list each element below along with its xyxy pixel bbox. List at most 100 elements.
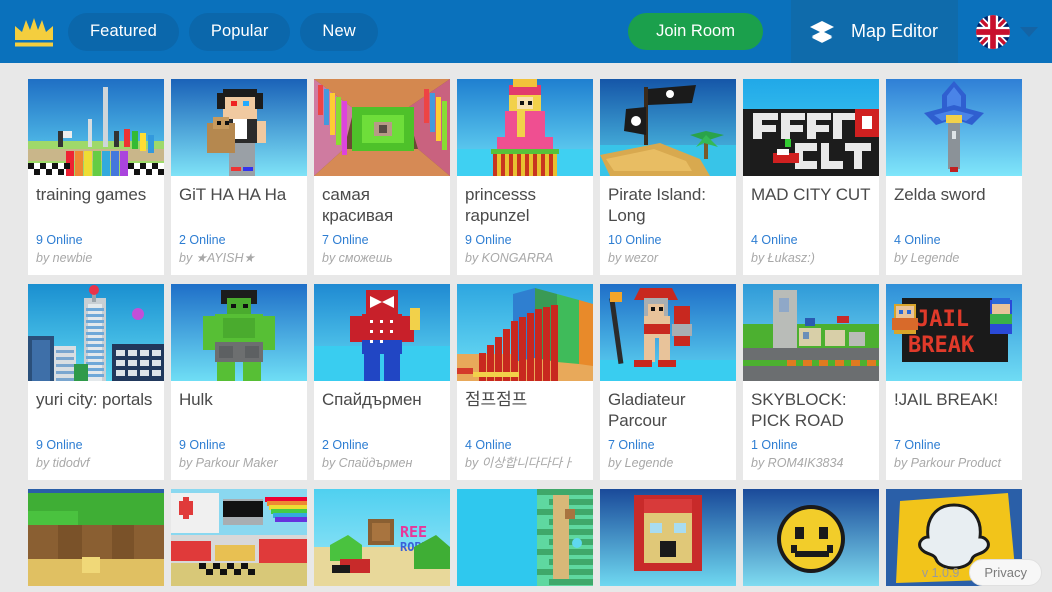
map-card-body: самая красивая 7 Online by сможешь <box>314 176 450 275</box>
map-card-author: by Parkour Maker <box>179 456 278 471</box>
map-card-title: Спайдърмен <box>322 390 422 409</box>
map-card-title: Pirate Island: Long <box>608 185 706 225</box>
map-card-body: Zelda sword 4 Online by Legende <box>886 176 1022 275</box>
tab-new[interactable]: New <box>300 12 378 51</box>
svg-text:REE: REE <box>400 523 427 541</box>
map-card-online: 9 Online <box>36 438 83 452</box>
map-card-title: Zelda sword <box>894 185 986 204</box>
map-card-online: 2 Online <box>179 233 226 247</box>
map-card[interactable] <box>171 489 307 586</box>
map-card-author: by сможешь <box>322 251 393 266</box>
map-card-author: by wezor <box>608 251 659 266</box>
join-room-button[interactable]: Join Room <box>628 13 763 50</box>
map-card[interactable] <box>28 489 164 586</box>
yuri-city-portals-thumb <box>28 284 164 381</box>
map-card[interactable]: training games 9 Online by newbie <box>28 79 164 275</box>
map-card-title: princesss rapunzel <box>465 185 536 225</box>
tab-featured[interactable]: Featured <box>68 12 179 51</box>
zelda-sword-thumb <box>886 79 1022 176</box>
hulk-thumb <box>171 284 307 381</box>
map-card-online: 4 Online <box>465 438 512 452</box>
map-card-body: training games 9 Online by newbie <box>28 176 164 275</box>
map-card-author: by Спайдърмен <box>322 456 413 471</box>
map-card-title: training games <box>36 185 147 204</box>
map-card-title: SKYBLOCK: PICK ROAD <box>751 390 847 430</box>
tab-popular[interactable]: Popular <box>188 12 291 51</box>
map-card-online: 2 Online <box>322 438 369 452</box>
map-card-title: GiT HA HA Ha <box>179 185 287 204</box>
map-card-author: by tidodvf <box>36 456 90 471</box>
map-card-author: by Legende <box>608 456 674 471</box>
map-card[interactable]: самая красивая 7 Online by сможешь <box>314 79 450 275</box>
map-card-body: GiT HA HA Ha 2 Online by ★AYISH★ <box>171 176 307 275</box>
map-card[interactable] <box>743 489 879 586</box>
footer: v 1.0.9 Privacy <box>922 559 1042 586</box>
pirate-island-thumb <box>600 79 736 176</box>
gladiateur-parcour-thumb <box>600 284 736 381</box>
app-logo[interactable] <box>0 0 68 63</box>
map-card-online: 9 Online <box>179 438 226 452</box>
map-card[interactable]: JAIL BREAK !JAIL BREAK! 7 Online by Parkour … <box>886 284 1022 480</box>
map-card-online: 7 Online <box>608 438 655 452</box>
map-card-title: самая красивая <box>322 185 394 225</box>
map-card-title: Hulk <box>179 390 213 409</box>
map-card-author: by 이상합니다다다ㅏ <box>465 456 574 471</box>
version-label: v 1.0.9 <box>921 565 960 580</box>
blocks-city-thumb <box>171 489 307 586</box>
crown-icon <box>15 17 53 46</box>
spiderman-thumb <box>314 284 450 381</box>
map-card-online: 7 Online <box>894 438 941 452</box>
united-kingdom-flag-icon <box>976 14 1010 49</box>
git-ha-ha-ha-thumb <box>171 79 307 176</box>
map-card[interactable]: yuri city: portals 9 Online by tidodvf <box>28 284 164 480</box>
map-card-title: 점프점프 <box>465 390 528 409</box>
map-card-body: Pirate Island: Long 10 Online by wezor <box>600 176 736 275</box>
map-card[interactable]: SKYBLOCK: PICK ROAD 1 Online by ROM4IK3834 <box>743 284 879 480</box>
map-card-body: Gladiateur Parcour 7 Online by Legende <box>600 381 736 480</box>
map-card-author: by Parkour Product <box>894 456 1001 471</box>
map-card[interactable]: 점프점프 4 Online by 이상합니다다다ㅏ <box>457 284 593 480</box>
princess-rapunzel-thumb <box>457 79 593 176</box>
samaya-krasivaya-thumb <box>314 79 450 176</box>
forest-thumb <box>28 489 164 586</box>
map-editor-label: Map Editor <box>850 21 938 41</box>
map-card-body: MAD CITY CUT 4 Online by Łukasz:) <box>743 176 879 275</box>
map-card[interactable]: Gladiateur Parcour 7 Online by Legende <box>600 284 736 480</box>
map-card-online: 4 Online <box>894 233 941 247</box>
map-card[interactable]: REEROBUX <box>314 489 450 586</box>
map-card[interactable]: Zelda sword 4 Online by Legende <box>886 79 1022 275</box>
map-card[interactable]: Pirate Island: Long 10 Online by wezor <box>600 79 736 275</box>
map-card[interactable]: MAD CITY CUT 4 Online by Łukasz:) <box>743 79 879 275</box>
map-card-body: yuri city: portals 9 Online by tidodvf <box>28 381 164 480</box>
map-cards-grid: training games 9 Online by newbie GiT HA HA… <box>0 79 1052 586</box>
jump-jump-thumb <box>457 284 593 381</box>
map-card[interactable]: princesss rapunzel 9 Online by KONGARRA <box>457 79 593 275</box>
map-card[interactable]: GiT HA HA Ha 2 Online by ★AYISH★ <box>171 79 307 275</box>
map-card-body: princesss rapunzel 9 Online by KONGARRA <box>457 176 593 275</box>
jail-break-thumb: JAIL BREAK <box>886 284 1022 381</box>
map-card-online: 9 Online <box>465 233 512 247</box>
map-card[interactable] <box>600 489 736 586</box>
map-card-author: by Legende <box>894 251 960 266</box>
map-card-body: 점프점프 4 Online by 이상합니다다다ㅏ <box>457 381 593 480</box>
map-card-title: Gladiateur Parcour <box>608 390 686 430</box>
tower-thumb <box>457 489 593 586</box>
map-card[interactable] <box>457 489 593 586</box>
map-card-title: MAD CITY CUT <box>751 185 871 204</box>
training-games-thumb <box>28 79 164 176</box>
map-card-title: yuri city: portals <box>36 390 153 409</box>
privacy-button[interactable]: Privacy <box>969 559 1042 586</box>
map-card[interactable]: Hulk 9 Online by Parkour Maker <box>171 284 307 480</box>
language-selector[interactable] <box>958 0 1052 63</box>
map-card-author: by ★AYISH★ <box>179 251 255 266</box>
skyblock-pick-road-thumb <box>743 284 879 381</box>
map-card-title: !JAIL BREAK! <box>894 390 998 409</box>
map-card-online: 1 Online <box>751 438 798 452</box>
free-robux-thumb: REEROBUX <box>314 489 450 586</box>
top-header-bar: Featured Popular New Join Room Map Edito… <box>0 0 1052 63</box>
map-card-online: 7 Online <box>322 233 369 247</box>
map-card[interactable]: Спайдърмен 2 Online by Спайдърмен <box>314 284 450 480</box>
map-card-author: by newbie <box>36 251 93 266</box>
maps-content-area: training games 9 Online by newbie GiT HA HA… <box>0 63 1052 592</box>
map-editor-button[interactable]: Map Editor <box>790 0 958 63</box>
